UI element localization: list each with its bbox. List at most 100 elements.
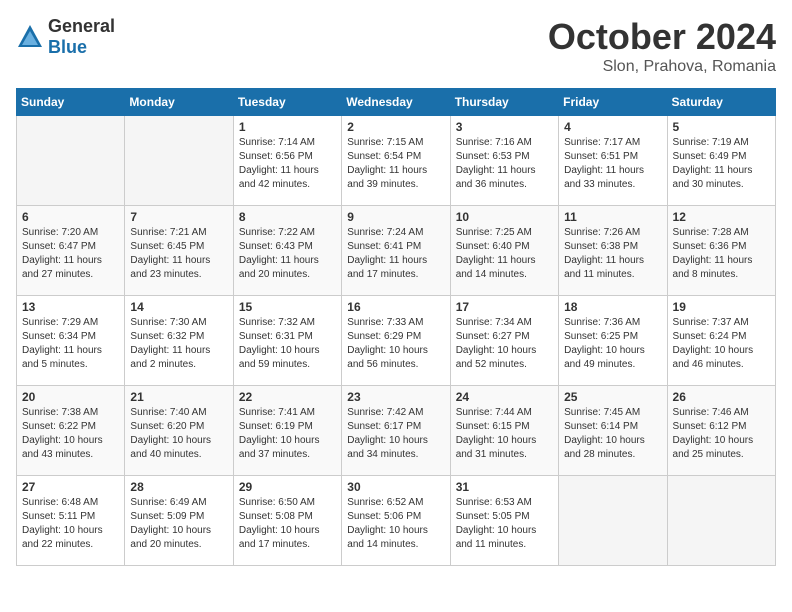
day-number: 18 (564, 300, 661, 314)
calendar-week-3: 13 Sunrise: 7:29 AMSunset: 6:34 PMDayligh… (17, 296, 776, 386)
calendar-week-1: 1Sunrise: 7:14 AMSunset: 6:56 PMDaylight… (17, 116, 776, 206)
calendar-day (17, 116, 125, 206)
day-number: 16 (347, 300, 444, 314)
day-header-friday: Friday (559, 89, 667, 116)
logo-blue: Blue (48, 37, 87, 57)
calendar-day (667, 476, 775, 566)
calendar-day: 7 Sunrise: 7:21 AMSunset: 6:45 PMDaylight… (125, 206, 233, 296)
calendar-day: 1Sunrise: 7:14 AMSunset: 6:56 PMDaylight… (233, 116, 341, 206)
day-info: Sunrise: 7:45 AMSunset: 6:14 PMDaylight:… (564, 406, 661, 462)
calendar-day: 4 Sunrise: 7:17 AMSunset: 6:51 PMDaylight… (559, 116, 667, 206)
day-header-sunday: Sunday (17, 89, 125, 116)
calendar-day: 22Sunrise: 7:41 AMSunset: 6:19 PMDayligh… (233, 386, 341, 476)
day-info: Sunrise: 7:20 AMSunset: 6:47 PMDaylight:… (22, 226, 119, 282)
day-info: Sunrise: 7:25 AMSunset: 6:40 PMDaylight:… (456, 226, 553, 282)
day-info: Sunrise: 7:32 AMSunset: 6:31 PMDaylight:… (239, 316, 336, 372)
day-number: 2 (347, 120, 444, 134)
day-number: 8 (239, 210, 336, 224)
day-number: 11 (564, 210, 661, 224)
day-info: Sunrise: 7:42 AMSunset: 6:17 PMDaylight:… (347, 406, 444, 462)
day-number: 22 (239, 390, 336, 404)
calendar-day: 10 Sunrise: 7:25 AMSunset: 6:40 PMDayligh… (450, 206, 558, 296)
calendar-day: 30Sunrise: 6:52 AMSunset: 5:06 PMDayligh… (342, 476, 450, 566)
calendar-day: 18 Sunrise: 7:36 AMSunset: 6:25 PMDayligh… (559, 296, 667, 386)
calendar-day (125, 116, 233, 206)
location-title: Slon, Prahova, Romania (548, 58, 776, 76)
day-number: 31 (456, 480, 553, 494)
calendar-day (559, 476, 667, 566)
day-info: Sunrise: 7:16 AMSunset: 6:53 PMDaylight:… (456, 136, 553, 192)
calendar-day: 23 Sunrise: 7:42 AMSunset: 6:17 PMDayligh… (342, 386, 450, 476)
calendar-day: 20 Sunrise: 7:38 AMSunset: 6:22 PMDayligh… (17, 386, 125, 476)
day-number: 20 (22, 390, 119, 404)
day-number: 26 (673, 390, 770, 404)
month-title: October 2024 (548, 16, 776, 58)
calendar-week-2: 6 Sunrise: 7:20 AMSunset: 6:47 PMDaylight… (17, 206, 776, 296)
day-number: 6 (22, 210, 119, 224)
calendar-day: 29Sunrise: 6:50 AMSunset: 5:08 PMDayligh… (233, 476, 341, 566)
day-info: Sunrise: 6:49 AMSunset: 5:09 PMDaylight:… (130, 496, 227, 552)
day-info: Sunrise: 7:44 AMSunset: 6:15 PMDaylight:… (456, 406, 553, 462)
day-number: 15 (239, 300, 336, 314)
calendar-day: 6 Sunrise: 7:20 AMSunset: 6:47 PMDaylight… (17, 206, 125, 296)
day-number: 3 (456, 120, 553, 134)
day-number: 24 (456, 390, 553, 404)
logo-general: General (48, 16, 115, 36)
calendar-day: 19Sunrise: 7:37 AMSunset: 6:24 PMDayligh… (667, 296, 775, 386)
day-number: 10 (456, 210, 553, 224)
day-info: Sunrise: 7:14 AMSunset: 6:56 PMDaylight:… (239, 136, 336, 192)
calendar-header-row: SundayMondayTuesdayWednesdayThursdayFrid… (17, 89, 776, 116)
calendar-day: 3 Sunrise: 7:16 AMSunset: 6:53 PMDaylight… (450, 116, 558, 206)
day-info: Sunrise: 7:46 AMSunset: 6:12 PMDaylight:… (673, 406, 770, 462)
day-number: 14 (130, 300, 227, 314)
calendar-day: 25 Sunrise: 7:45 AMSunset: 6:14 PMDayligh… (559, 386, 667, 476)
day-header-tuesday: Tuesday (233, 89, 341, 116)
day-info: Sunrise: 7:33 AMSunset: 6:29 PMDaylight:… (347, 316, 444, 372)
day-info: Sunrise: 6:52 AMSunset: 5:06 PMDaylight:… (347, 496, 444, 552)
day-number: 25 (564, 390, 661, 404)
day-number: 23 (347, 390, 444, 404)
day-number: 17 (456, 300, 553, 314)
day-header-thursday: Thursday (450, 89, 558, 116)
calendar-day: 9Sunrise: 7:24 AMSunset: 6:41 PMDaylight… (342, 206, 450, 296)
day-info: Sunrise: 7:26 AMSunset: 6:38 PMDaylight:… (564, 226, 661, 282)
calendar-day: 5 Sunrise: 7:19 AMSunset: 6:49 PMDaylight… (667, 116, 775, 206)
day-info: Sunrise: 7:17 AMSunset: 6:51 PMDaylight:… (564, 136, 661, 192)
day-info: Sunrise: 6:48 AMSunset: 5:11 PMDaylight:… (22, 496, 119, 552)
title-block: October 2024 Slon, Prahova, Romania (548, 16, 776, 76)
calendar-day: 15 Sunrise: 7:32 AMSunset: 6:31 PMDayligh… (233, 296, 341, 386)
calendar-day: 8 Sunrise: 7:22 AMSunset: 6:43 PMDaylight… (233, 206, 341, 296)
day-info: Sunrise: 7:30 AMSunset: 6:32 PMDaylight:… (130, 316, 227, 372)
day-number: 7 (130, 210, 227, 224)
day-info: Sunrise: 7:28 AMSunset: 6:36 PMDaylight:… (673, 226, 770, 282)
calendar-table: SundayMondayTuesdayWednesdayThursdayFrid… (16, 88, 776, 566)
day-number: 5 (673, 120, 770, 134)
calendar-day: 12 Sunrise: 7:28 AMSunset: 6:36 PMDayligh… (667, 206, 775, 296)
day-info: Sunrise: 7:22 AMSunset: 6:43 PMDaylight:… (239, 226, 336, 282)
calendar-day: 24 Sunrise: 7:44 AMSunset: 6:15 PMDayligh… (450, 386, 558, 476)
day-number: 4 (564, 120, 661, 134)
calendar-day: 13 Sunrise: 7:29 AMSunset: 6:34 PMDayligh… (17, 296, 125, 386)
calendar-day: 26 Sunrise: 7:46 AMSunset: 6:12 PMDayligh… (667, 386, 775, 476)
day-number: 29 (239, 480, 336, 494)
calendar-day: 14 Sunrise: 7:30 AMSunset: 6:32 PMDayligh… (125, 296, 233, 386)
day-info: Sunrise: 7:29 AMSunset: 6:34 PMDaylight:… (22, 316, 119, 372)
day-number: 12 (673, 210, 770, 224)
day-info: Sunrise: 7:19 AMSunset: 6:49 PMDaylight:… (673, 136, 770, 192)
calendar-day: 31 Sunrise: 6:53 AMSunset: 5:05 PMDayligh… (450, 476, 558, 566)
day-info: Sunrise: 7:38 AMSunset: 6:22 PMDaylight:… (22, 406, 119, 462)
day-header-wednesday: Wednesday (342, 89, 450, 116)
calendar-day: 27 Sunrise: 6:48 AMSunset: 5:11 PMDayligh… (17, 476, 125, 566)
day-number: 13 (22, 300, 119, 314)
day-info: Sunrise: 7:37 AMSunset: 6:24 PMDaylight:… (673, 316, 770, 372)
day-info: Sunrise: 7:36 AMSunset: 6:25 PMDaylight:… (564, 316, 661, 372)
page-header: General Blue October 2024 Slon, Prahova,… (16, 16, 776, 76)
day-info: Sunrise: 7:40 AMSunset: 6:20 PMDaylight:… (130, 406, 227, 462)
day-number: 27 (22, 480, 119, 494)
day-info: Sunrise: 7:21 AMSunset: 6:45 PMDaylight:… (130, 226, 227, 282)
calendar-day: 16 Sunrise: 7:33 AMSunset: 6:29 PMDayligh… (342, 296, 450, 386)
day-number: 28 (130, 480, 227, 494)
calendar-day: 11 Sunrise: 7:26 AMSunset: 6:38 PMDayligh… (559, 206, 667, 296)
day-number: 21 (130, 390, 227, 404)
day-info: Sunrise: 6:53 AMSunset: 5:05 PMDaylight:… (456, 496, 553, 552)
